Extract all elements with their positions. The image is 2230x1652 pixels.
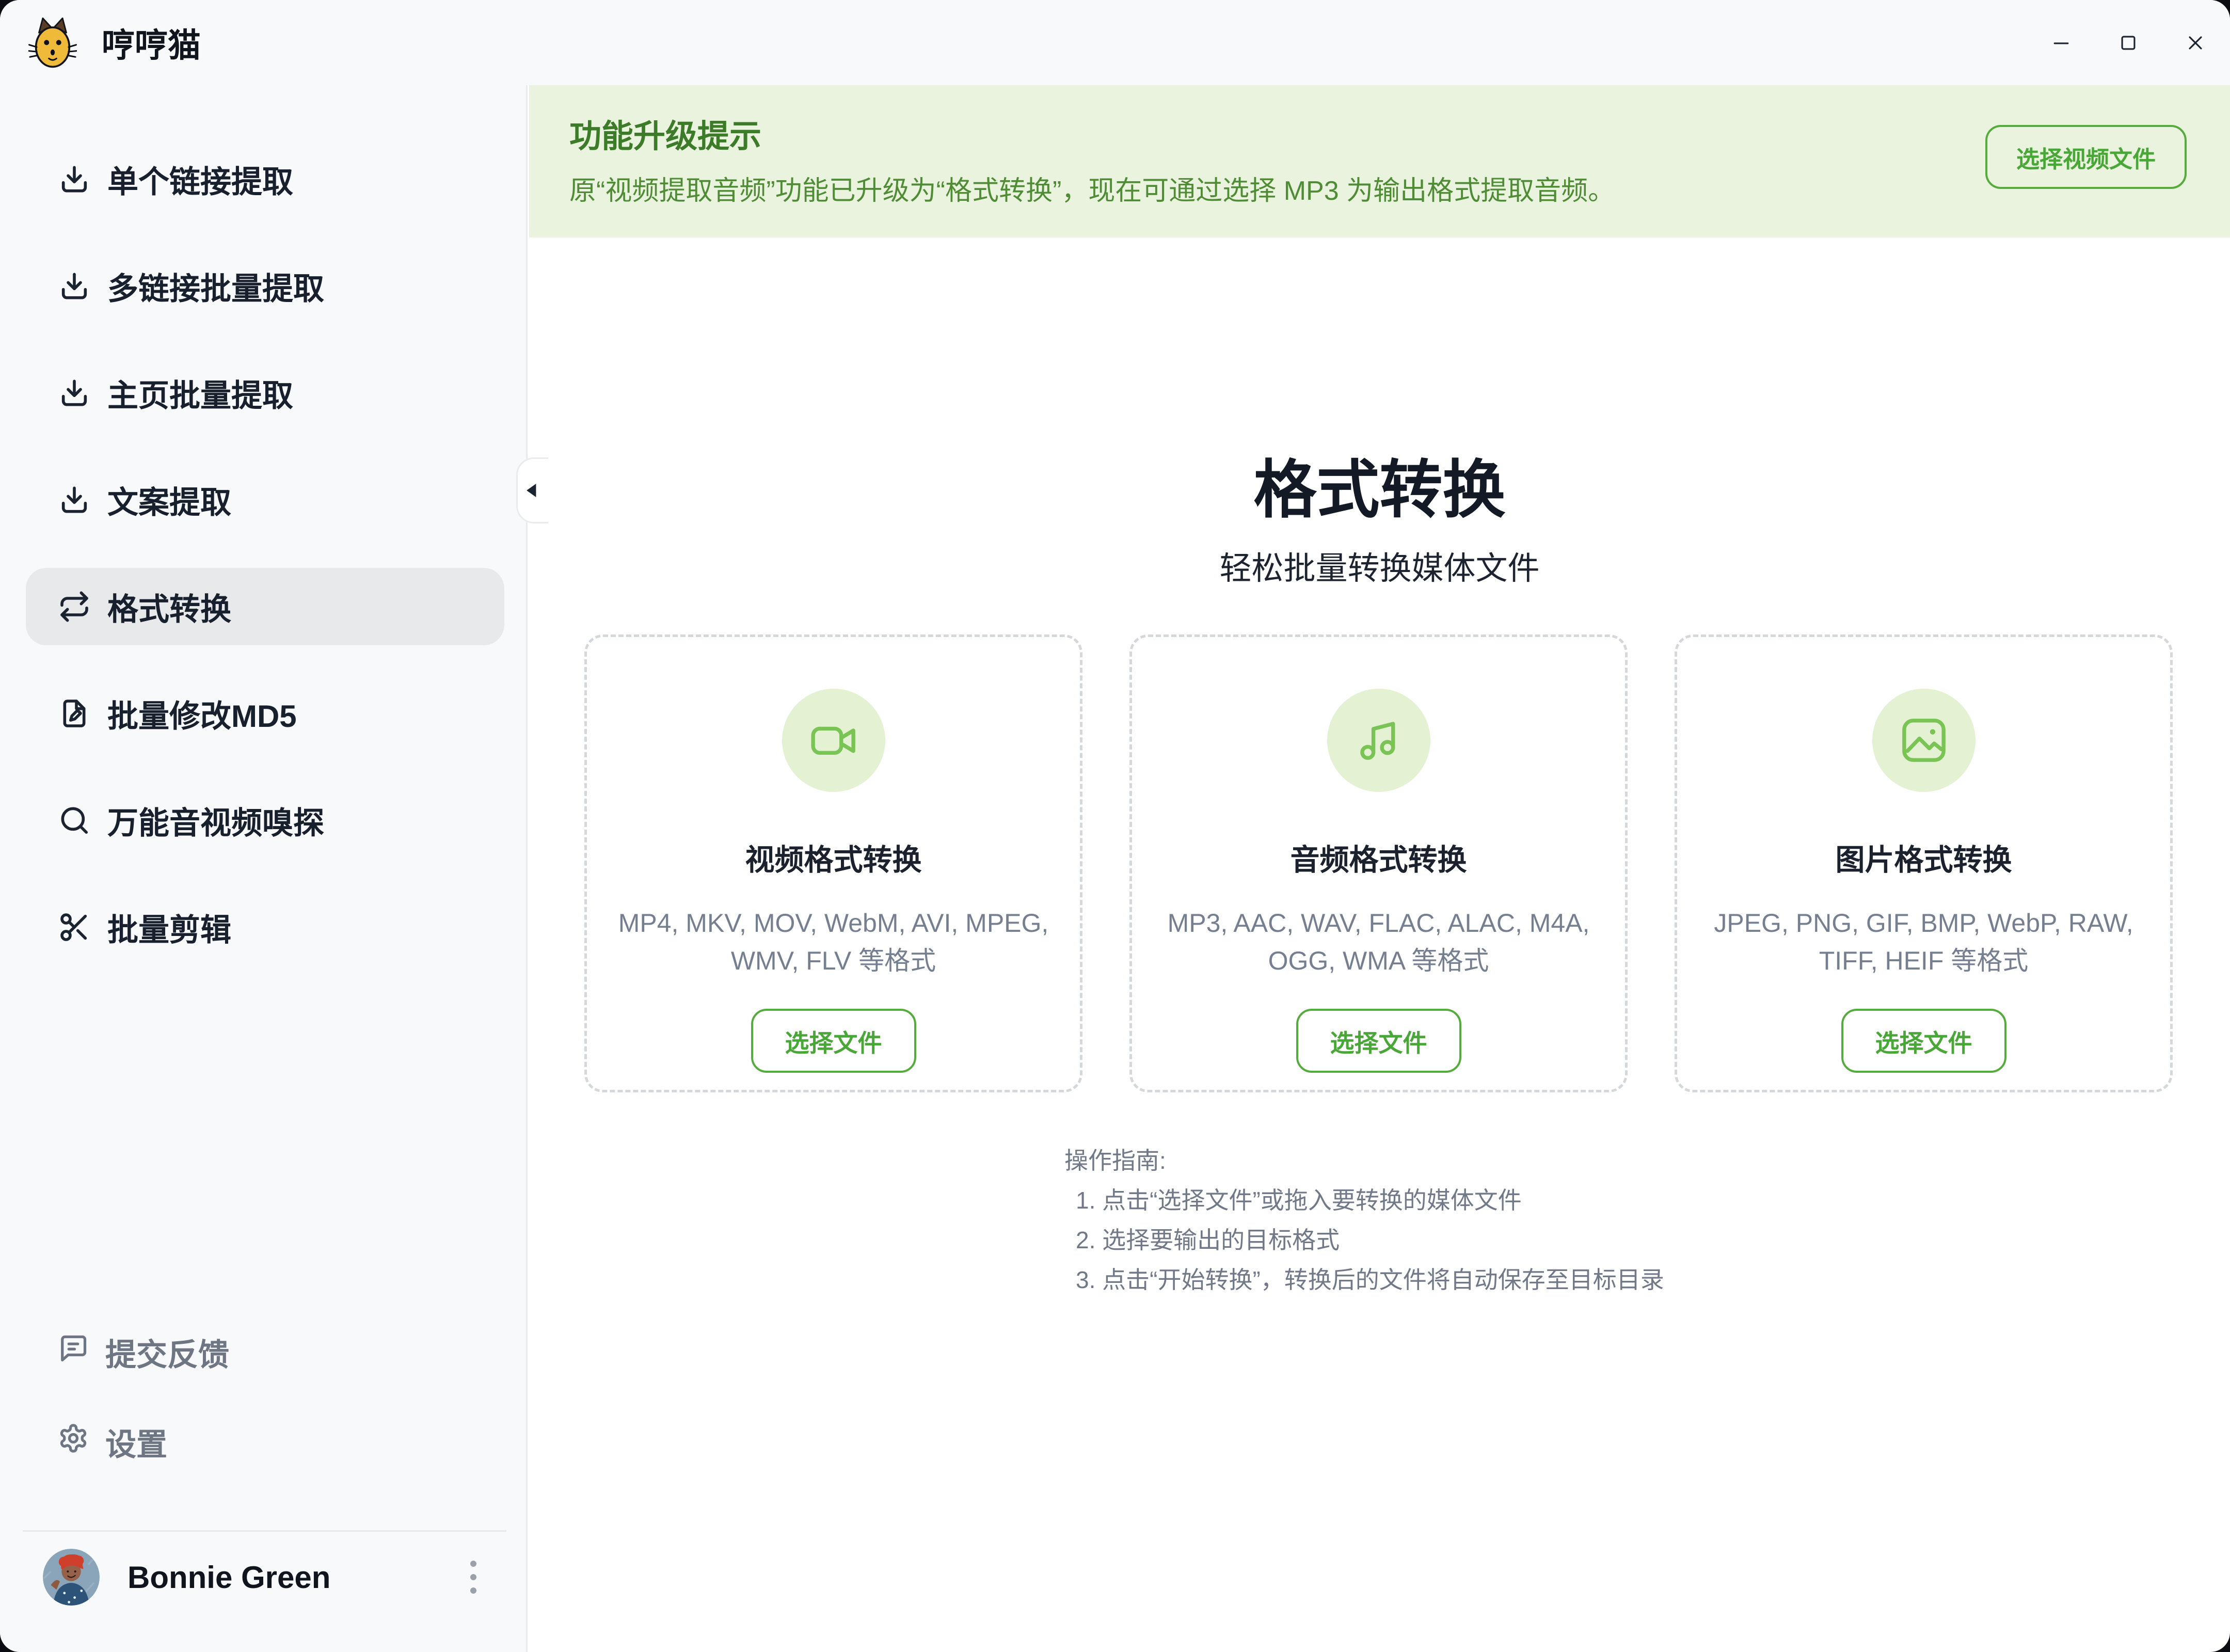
sidebar-item-label: 单个链接提取 xyxy=(107,157,293,202)
card-formats: JPEG, PNG, GIF, BMP, WebP, RAW, TIFF, HE… xyxy=(1677,904,2170,980)
scissors-icon xyxy=(58,911,91,944)
banner-message: 原“视频提取音频”功能已升级为“格式转换”，现在可通过选择 MP3 为输出格式提… xyxy=(569,169,1615,208)
image-convert-card[interactable]: 图片格式转换 JPEG, PNG, GIF, BMP, WebP, RAW, T… xyxy=(1675,634,2173,1092)
sidebar-item-media-sniffer[interactable]: 万能音视频嗅探 xyxy=(26,782,504,859)
card-formats: MP4, MKV, MOV, WebM, AVI, MPEG, WMV, FLV… xyxy=(587,904,1080,980)
usage-guide: 操作指南: 1. 点击“选择文件”或拖入要转换的媒体文件 2. 选择要输出的目标… xyxy=(1064,1141,1664,1300)
sidebar-divider xyxy=(23,1530,506,1532)
sidebar-item-single-link-extract[interactable]: 单个链接提取 xyxy=(26,140,504,218)
sidebar-item-homepage-batch-extract[interactable]: 主页批量提取 xyxy=(26,354,504,432)
card-title: 视频格式转换 xyxy=(745,836,922,879)
avatar xyxy=(43,1549,100,1606)
upgrade-banner: 功能升级提示 原“视频提取音频”功能已升级为“格式转换”，现在可通过选择 MP3… xyxy=(529,85,2230,237)
user-profile[interactable]: Bonnie Green xyxy=(43,1549,484,1606)
sidebar-item-batch-modify-md5[interactable]: 批量修改MD5 xyxy=(26,675,504,752)
sidebar-item-batch-clip[interactable]: 批量剪辑 xyxy=(26,888,504,966)
search-icon xyxy=(58,804,91,837)
download-icon xyxy=(58,163,91,196)
card-title: 音频格式转换 xyxy=(1291,836,1467,879)
download-icon xyxy=(58,376,91,409)
guide-step: 3. 点击“开始转换”，转换后的文件将自动保存至目标目录 xyxy=(1064,1260,1664,1300)
chevron-left-icon xyxy=(524,482,537,499)
sidebar-item-label: 设置 xyxy=(105,1420,167,1465)
sidebar-item-label: 主页批量提取 xyxy=(107,371,293,416)
app-title: 哼哼猫 xyxy=(102,19,201,67)
banner-title: 功能升级提示 xyxy=(569,110,761,156)
sidebar-item-label: 批量修改MD5 xyxy=(107,691,297,736)
select-file-button-image[interactable]: 选择文件 xyxy=(1841,1009,2006,1073)
video-camera-icon xyxy=(807,713,861,767)
sidebar: 单个链接提取 多链接批量提取 主页批量提取 文案提取 xyxy=(0,85,528,1652)
conversion-cards: 视频格式转换 MP4, MKV, MOV, WebM, AVI, MPEG, W… xyxy=(584,634,2173,1092)
minimize-icon[interactable] xyxy=(2049,31,2073,55)
download-icon xyxy=(58,483,91,516)
icon-circle xyxy=(782,689,885,792)
download-icon xyxy=(58,269,91,303)
icon-circle xyxy=(1872,689,1976,792)
sidebar-item-label: 多链接批量提取 xyxy=(107,264,324,309)
sidebar-item-copywriting-extract[interactable]: 文案提取 xyxy=(26,461,504,538)
sidebar-collapse-handle[interactable] xyxy=(516,457,548,523)
feedback-icon xyxy=(58,1333,89,1371)
select-file-button-audio[interactable]: 选择文件 xyxy=(1296,1009,1461,1073)
maximize-icon[interactable] xyxy=(2116,31,2140,55)
file-edit-icon xyxy=(58,697,91,730)
music-note-icon xyxy=(1352,713,1406,767)
guide-title: 操作指南: xyxy=(1064,1141,1664,1181)
sidebar-item-label: 万能音视频嗅探 xyxy=(107,798,324,843)
select-file-button-video[interactable]: 选择文件 xyxy=(751,1009,916,1073)
sidebar-item-feedback[interactable]: 提交反馈 xyxy=(26,1321,526,1383)
close-icon[interactable] xyxy=(2184,31,2207,55)
user-name: Bonnie Green xyxy=(128,1560,463,1595)
guide-step: 1. 点击“选择文件”或拖入要转换的媒体文件 xyxy=(1064,1181,1664,1220)
sidebar-item-label: 提交反馈 xyxy=(105,1330,229,1375)
page-subtitle: 轻松批量转换媒体文件 xyxy=(529,542,2230,589)
icon-circle xyxy=(1327,689,1430,792)
title-bar: 哼哼猫 xyxy=(0,0,2230,85)
page-title: 格式转换 xyxy=(529,439,2230,530)
repeat-icon xyxy=(58,590,91,623)
sidebar-item-multi-link-batch-extract[interactable]: 多链接批量提取 xyxy=(26,247,504,325)
sidebar-item-label: 文案提取 xyxy=(107,478,231,522)
gear-icon xyxy=(58,1423,89,1461)
sidebar-footer: 提交反馈 设置 xyxy=(0,1321,526,1652)
video-convert-card[interactable]: 视频格式转换 MP4, MKV, MOV, WebM, AVI, MPEG, W… xyxy=(584,634,1082,1092)
card-formats: MP3, AAC, WAV, FLAC, ALAC, M4A, OGG, WMA… xyxy=(1132,904,1625,980)
cat-logo-icon xyxy=(28,16,77,70)
sidebar-nav: 单个链接提取 多链接批量提取 主页批量提取 文案提取 xyxy=(0,85,526,966)
kebab-menu-icon[interactable] xyxy=(463,1554,484,1600)
sidebar-item-format-convert[interactable]: 格式转换 xyxy=(26,568,504,645)
guide-step: 2. 选择要输出的目标格式 xyxy=(1064,1220,1664,1260)
sidebar-item-label: 批量剪辑 xyxy=(107,905,231,950)
image-icon xyxy=(1897,713,1951,767)
sidebar-item-settings[interactable]: 设置 xyxy=(26,1411,526,1473)
app-window: 哼哼猫 单个链接提取 xyxy=(0,0,2230,1652)
window-controls xyxy=(2049,0,2207,85)
sidebar-item-label: 格式转换 xyxy=(107,584,231,629)
card-title: 图片格式转换 xyxy=(1836,836,2012,879)
audio-convert-card[interactable]: 音频格式转换 MP3, AAC, WAV, FLAC, ALAC, M4A, O… xyxy=(1129,634,1628,1092)
select-video-file-button[interactable]: 选择视频文件 xyxy=(1985,125,2187,189)
